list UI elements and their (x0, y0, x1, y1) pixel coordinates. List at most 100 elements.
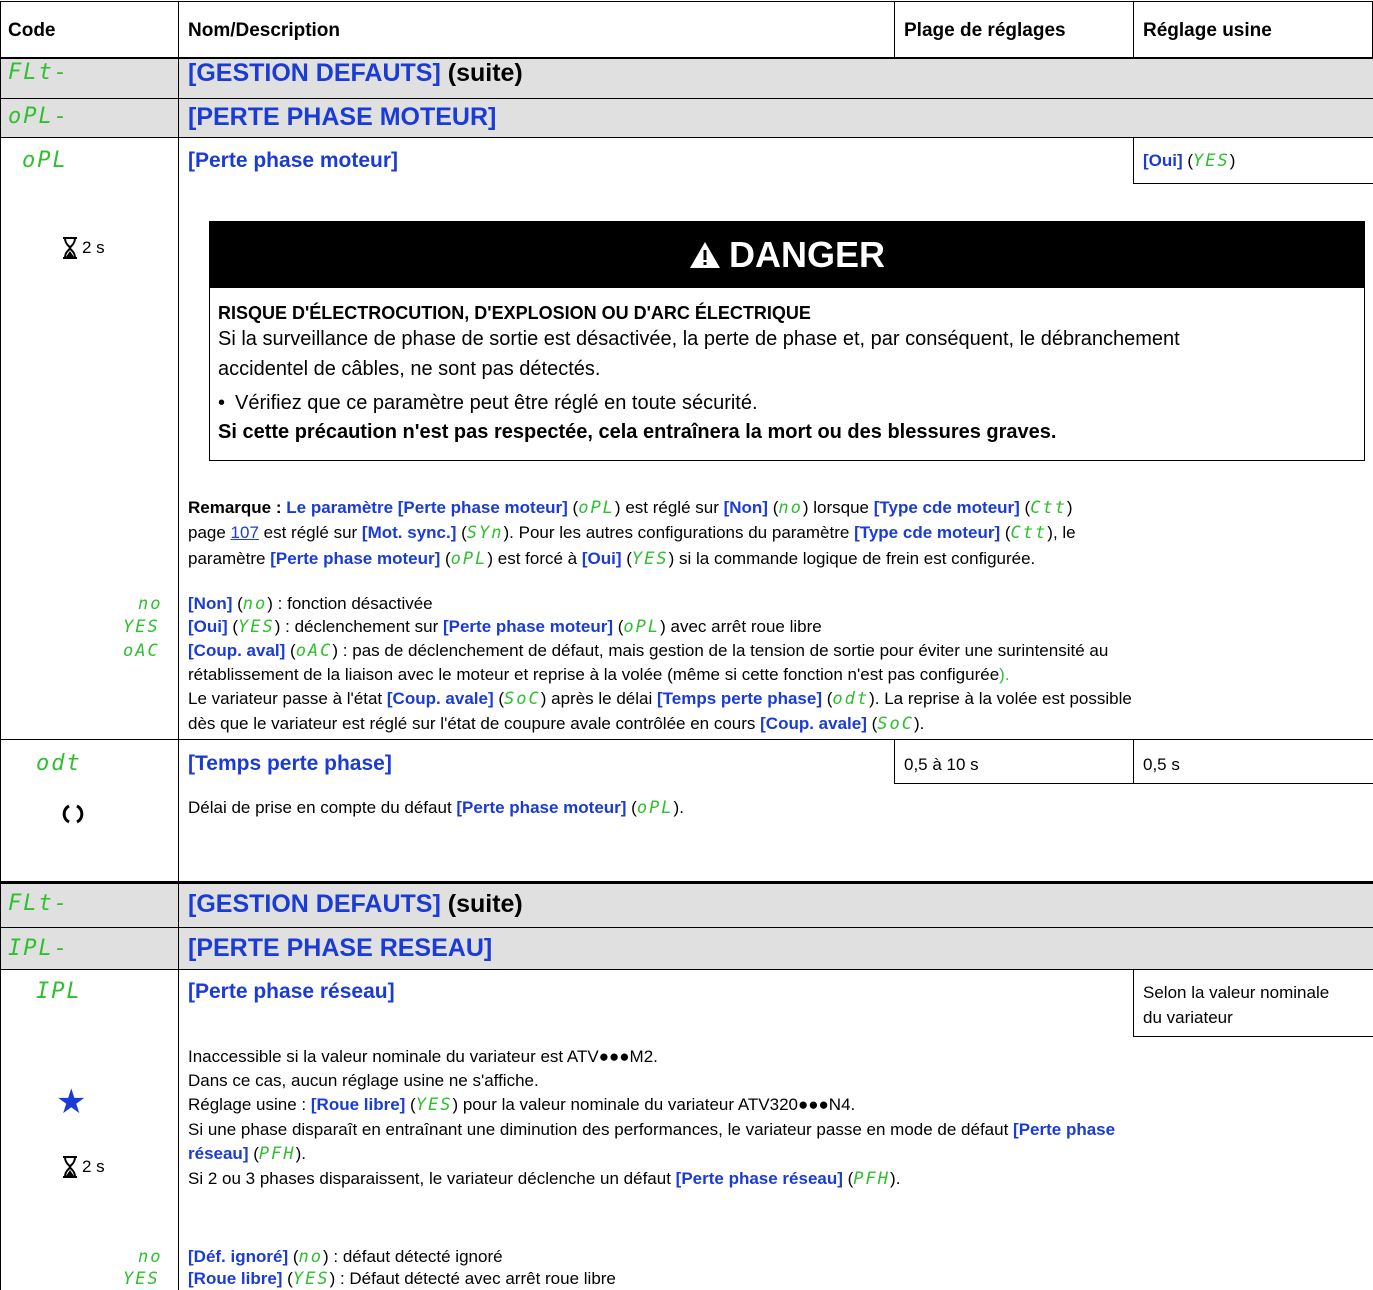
option-oac-line3: Le variateur passe à l'état [Coup. avale… (188, 689, 1132, 709)
note-line3: paramètre [Perte phase moteur] (oPL) est… (188, 549, 1036, 569)
option-text-no: [Non] (no) : fonction désactivée (188, 594, 433, 614)
param-factory-ipl-1: Selon la valeur nominale (1143, 983, 1330, 1002)
ipl-d6-d: . (895, 1169, 901, 1188)
ipl-opt-text-yes: : Défaut détecté avec arrêt roue libre (335, 1269, 616, 1288)
ipl-d6-a: Si 2 ou 3 phases disparaissent, le varia… (188, 1169, 676, 1188)
ipl-option-code-no: no (138, 1247, 163, 1267)
rule (1133, 739, 1134, 783)
param-code-ipl: IPL (36, 979, 82, 1004)
opt3-l3-a: Le variateur passe à l'état (188, 689, 387, 708)
opt-bracket-no: [Non] (188, 594, 233, 613)
hourglass-icon-2 (62, 1156, 78, 1183)
header-range: Plage de réglages (904, 20, 1066, 41)
note-l1-d: est réglé sur (620, 498, 724, 517)
note-l3-g: si la commande logique de frein est conf… (674, 549, 1036, 568)
section-title-2: [GESTION DEFAUTS] (suite) (188, 890, 523, 919)
ipl-d3-a: Réglage usine : (188, 1095, 311, 1114)
danger-line2: accidentel de câbles, ne sont pas détect… (218, 358, 601, 380)
note-l2-g: Ctt (1010, 523, 1048, 543)
section-title-suffix: (suite) (440, 59, 523, 87)
factory-bracket: [Oui] (1143, 151, 1183, 170)
opt-text-yes: : déclenchement sur (280, 617, 443, 636)
opt3-l3-d: après le délai (546, 689, 657, 708)
odt-desc-a: Délai de prise en compte du défaut (188, 798, 457, 817)
ipl-opt-text-no: : défaut détecté ignoré (328, 1247, 503, 1266)
danger-bullet: • Vérifiez que ce paramètre peut être rég… (218, 392, 758, 415)
ipl-d5: réseau] (PFH). (188, 1144, 306, 1164)
opt-bracket-yes: [Oui] (188, 617, 228, 636)
opt-text2-yes: avec arrêt roue libre (665, 617, 822, 636)
subsection-code-2: IPL- (8, 936, 69, 961)
rule (1133, 1, 1134, 58)
note-l3-c: oPL (450, 549, 488, 569)
note-l2-h: , le (1052, 523, 1076, 542)
ipl-d5-a: réseau] (188, 1144, 249, 1163)
ipl-d6-b: [Perte phase réseau] (675, 1169, 843, 1188)
time-label-opl: 2 s (82, 238, 105, 257)
note-l1-b: [Perte phase moteur] (397, 498, 568, 517)
danger-bullet-text: Vérifiez que ce paramètre peut être régl… (235, 392, 758, 414)
opt-paren-no: no (242, 594, 268, 614)
rule (0, 98, 1373, 99)
param-name-ipl: [Perte phase réseau] (188, 980, 395, 1003)
note-l1-e: [Non] (723, 498, 768, 517)
ipl-d3-b: [Roue libre] (310, 1095, 406, 1114)
section-code-1: FLt- (8, 60, 69, 85)
danger-header: DANGER (210, 222, 1364, 288)
note-l2-a: page (188, 523, 231, 542)
ipl-option-text-yes: [Roue libre] (YES) : Défaut détecté avec… (188, 1269, 616, 1289)
ipl-opt-paren-yes: YES (292, 1269, 330, 1289)
header-name: Nom/Description (188, 20, 341, 41)
rule (0, 57, 1373, 59)
rule (1133, 969, 1134, 1036)
param-code-odt: odt (36, 751, 82, 776)
opt3-l4-d: . (919, 714, 925, 733)
rule (1133, 183, 1373, 184)
rule (894, 1, 895, 58)
rule (894, 739, 895, 783)
ipl-option-code-yes: YES (123, 1269, 160, 1289)
opt-bracket-oac: [Coup. aval] (188, 641, 286, 660)
ipl-d5-b: PFH (258, 1144, 296, 1164)
odt-desc-c: oPL (636, 798, 674, 818)
ipl-d6: Si 2 ou 3 phases disparaissent, le varia… (188, 1169, 901, 1189)
note-l3-f: YES (631, 549, 669, 569)
note-l1-i: Ctt (1030, 498, 1067, 518)
rule (0, 881, 1373, 884)
rule (0, 137, 1373, 138)
danger-line1: Si la surveillance de phase de sortie es… (218, 328, 1180, 350)
opt-paren-oac: oAC (295, 641, 333, 661)
rule (0, 739, 1373, 740)
opt-paren-yes: YES (238, 617, 275, 637)
param-range-odt: 0,5 à 10 s (904, 755, 979, 774)
note-l2-f: [Type cde moteur] (854, 523, 1001, 542)
note-label: Remarque : (188, 498, 282, 517)
bullet-dot: • (218, 392, 226, 414)
option-code-yes: YES (123, 617, 160, 637)
star-icon: ★ (56, 1083, 87, 1121)
time-label-ipl: 2 s (82, 1157, 105, 1176)
note-l1-a: Le paramètre (281, 498, 398, 517)
note-l3-e: [Oui] (581, 549, 622, 568)
subsection-title-1: [PERTE PHASE MOTEUR] (188, 103, 497, 131)
option-code-no: no (138, 594, 163, 614)
opt3-l4-a: dès que le variateur est réglé sur l'éta… (188, 714, 761, 733)
opt3-l2-end: ). (999, 665, 1010, 684)
page-link-107[interactable]: 107 (231, 523, 259, 542)
hourglass-icon (62, 237, 78, 264)
header-code: Code (8, 20, 56, 41)
odt-desc-b: [Perte phase moteur] (456, 798, 627, 817)
factory-code: YES (1193, 151, 1230, 171)
param-factory-opl: [Oui] (YES) (1143, 151, 1236, 171)
ipl-d3: Réglage usine : [Roue libre] (YES) pour … (188, 1095, 856, 1115)
danger-footer: Si cette précaution n'est pas respectée,… (218, 421, 1057, 443)
rotating-arrows-icon (62, 803, 84, 830)
ipl-d4-a: Si une phase disparaît en entraînant une… (188, 1120, 1014, 1139)
opt3-l3-c: SoC (504, 689, 541, 709)
option-code-oac: oAC (123, 641, 160, 661)
section-title-1: [GESTION DEFAUTS] (suite) (188, 59, 523, 88)
opt3-l3-g: . La reprise à la volée est possible (874, 689, 1132, 708)
note-l2-d: SYn (466, 523, 504, 543)
option-oac-line4: dès que le variateur est réglé sur l'éta… (188, 714, 925, 734)
rule (1133, 1036, 1373, 1037)
